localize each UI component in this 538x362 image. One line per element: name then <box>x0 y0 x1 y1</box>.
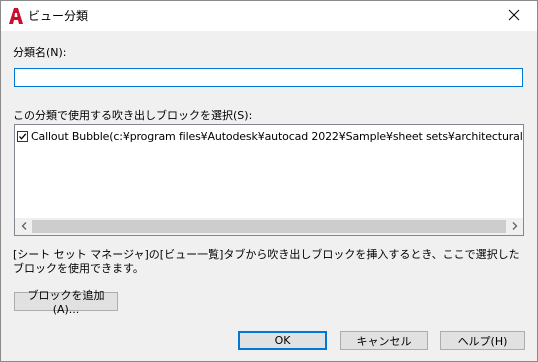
chevron-left-icon <box>21 220 27 233</box>
name-field-label: 分類名(N): <box>13 46 67 59</box>
close-icon <box>508 9 520 24</box>
callout-list-label: この分類で使用する吹き出しブロックを選択(S): <box>13 109 253 122</box>
title-bar: ビュー分類 <box>1 1 537 31</box>
close-button[interactable] <box>491 1 537 31</box>
ok-button[interactable]: OK <box>238 331 327 350</box>
callout-block-list[interactable]: Callout Bubble(c:¥program files¥Autodesk… <box>14 124 524 236</box>
add-block-button[interactable]: ブロックを追加(A)... <box>14 289 118 316</box>
scroll-thumb[interactable] <box>32 220 506 233</box>
category-name-input[interactable] <box>14 68 523 87</box>
autocad-a-icon <box>9 8 23 24</box>
help-description: [シート セット マネージャ]の[ビュー一覧]タブから吹き出しブロックを挿入する… <box>13 248 520 275</box>
callout-item-checkbox[interactable] <box>17 130 28 142</box>
cancel-button[interactable]: キャンセル <box>340 331 428 350</box>
chevron-right-icon <box>512 220 518 233</box>
dialog-title: ビュー分類 <box>28 9 89 23</box>
scroll-right-button[interactable] <box>506 218 523 235</box>
callout-item-text: Callout Bubble(c:¥program files¥Autodesk… <box>31 129 524 143</box>
list-item[interactable]: Callout Bubble(c:¥program files¥Autodesk… <box>17 128 524 144</box>
scroll-left-button[interactable] <box>15 218 32 235</box>
view-category-dialog: ビュー分類 分類名(N): この分類で使用する吹き出しブロックを選択(S): C… <box>0 0 538 362</box>
help-button[interactable]: ヘルプ(H) <box>440 331 525 350</box>
horizontal-scrollbar[interactable] <box>15 218 523 235</box>
